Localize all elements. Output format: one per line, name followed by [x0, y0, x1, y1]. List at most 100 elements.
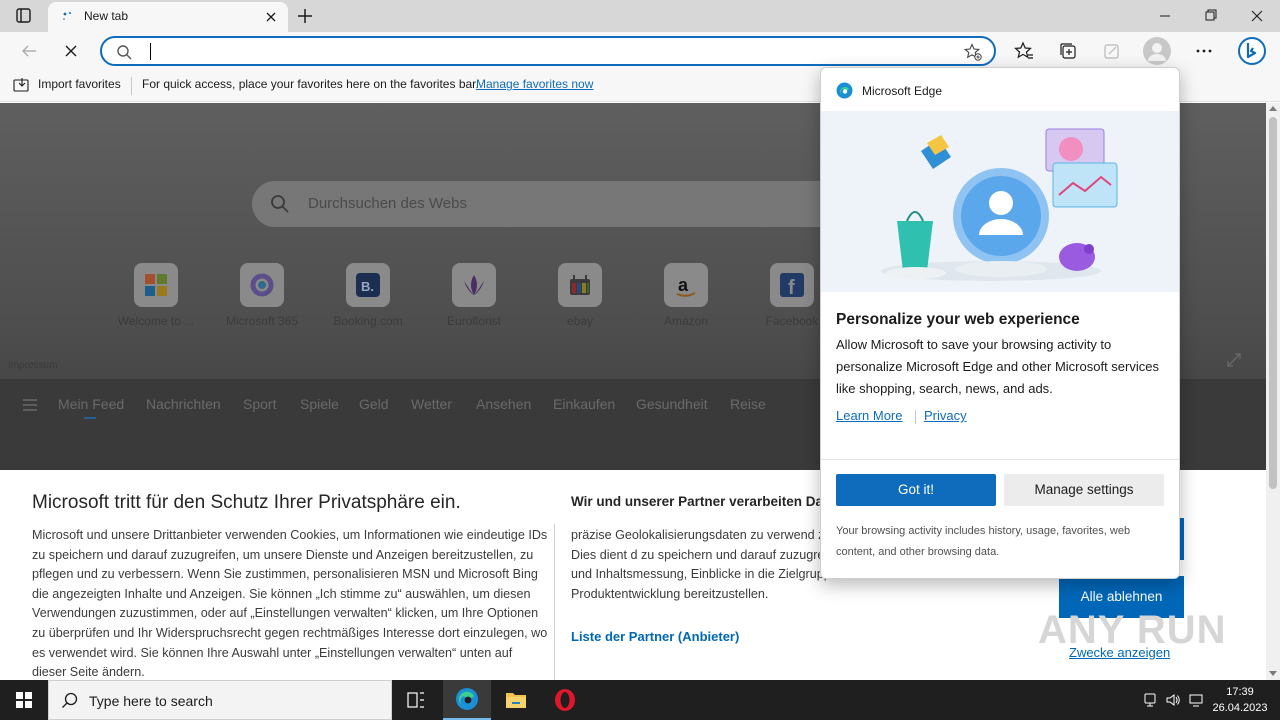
- quick-link-tile[interactable]: ebay: [532, 263, 628, 333]
- personalization-illustration: [821, 111, 1179, 292]
- popup-brand: Microsoft Edge: [862, 84, 943, 98]
- feed-tab[interactable]: Einkaufen: [553, 396, 615, 412]
- feed-tab[interactable]: Geld: [359, 396, 389, 412]
- display-tray-icon[interactable]: [1188, 692, 1204, 708]
- web-search-placeholder: Durchsuchen des Webs: [308, 195, 467, 212]
- partner-list-link[interactable]: Liste der Partner (Anbieter): [571, 629, 739, 644]
- microsoft365-logo-icon: [240, 263, 284, 307]
- collections-icon[interactable]: [1057, 40, 1079, 62]
- toolbar: [0, 32, 1280, 70]
- feed-tab[interactable]: Ansehen: [476, 396, 531, 412]
- divider: [554, 524, 555, 680]
- minimize-button[interactable]: [1154, 6, 1176, 26]
- start-button[interactable]: [0, 680, 48, 720]
- quick-link-tile[interactable]: B. Booking.com: [320, 263, 416, 333]
- import-favorites-icon[interactable]: [13, 77, 31, 93]
- import-favorites-button[interactable]: Import favorites: [38, 77, 121, 91]
- got-it-button[interactable]: Got it!: [836, 474, 996, 506]
- tab-actions-icon[interactable]: [10, 7, 38, 25]
- popup-footnote: Your browsing activity includes history,…: [836, 525, 1131, 558]
- loading-icon: [62, 11, 74, 23]
- search-icon: [270, 194, 290, 214]
- bing-chat-icon[interactable]: [1236, 35, 1268, 67]
- taskbar-search-placeholder: Type here to search: [89, 693, 213, 709]
- quick-link-tile[interactable]: a Amazon: [638, 263, 734, 333]
- tile-label: ebay: [566, 314, 594, 328]
- scrollbar-thumb[interactable]: [1269, 117, 1277, 489]
- svg-text:f: f: [788, 277, 795, 299]
- privacy-link[interactable]: Privacy: [924, 408, 967, 423]
- svg-text:B.: B.: [361, 279, 374, 294]
- feed-tab[interactable]: Spiele: [300, 396, 339, 412]
- popup-title: Personalize your web experience: [836, 311, 1080, 328]
- scroll-up-icon[interactable]: [1269, 106, 1277, 111]
- clock-time: 17:39: [1226, 686, 1254, 698]
- cookie-title: Microsoft tritt für den Schutz Ihrer Pri…: [32, 492, 461, 513]
- feed-tab[interactable]: Reise: [730, 396, 766, 412]
- tile-label: Booking.com: [333, 314, 403, 328]
- tab-new-tab[interactable]: New tab: [48, 2, 288, 32]
- feed-tab[interactable]: Gesundheit: [636, 396, 708, 412]
- text-cursor: [150, 43, 151, 60]
- facebook-logo-icon: f: [770, 263, 814, 307]
- tile-label: Euroflorist: [446, 314, 502, 328]
- system-clock[interactable]: 17:39 26.04.2023: [1210, 684, 1270, 716]
- close-tab-icon[interactable]: [264, 10, 278, 24]
- feed-tab[interactable]: Nachrichten: [146, 396, 221, 412]
- quick-link-tile[interactable]: Microsoft 365: [214, 263, 310, 333]
- restore-button[interactable]: [1200, 6, 1222, 26]
- address-bar[interactable]: [100, 36, 996, 66]
- taskbar-search-box[interactable]: Type here to search: [48, 680, 392, 720]
- clock-date: 26.04.2023: [1212, 702, 1268, 714]
- feed-tab[interactable]: Sport: [243, 396, 276, 412]
- feed-tab[interactable]: Wetter: [411, 396, 452, 412]
- more-options-icon[interactable]: [1193, 40, 1215, 62]
- new-tab-button[interactable]: [294, 5, 316, 27]
- hamburger-menu-icon[interactable]: [22, 398, 38, 412]
- divider: [915, 410, 916, 424]
- learn-more-link[interactable]: Learn More: [836, 408, 902, 423]
- profile-avatar[interactable]: [1143, 37, 1171, 65]
- extensions-icon[interactable]: [1101, 40, 1123, 62]
- scroll-down-icon[interactable]: [1269, 671, 1277, 676]
- windows-taskbar: Type here to search 17:39 26.04.2023: [0, 680, 1280, 720]
- manage-settings-button[interactable]: Manage settings: [1004, 474, 1164, 506]
- booking-logo-icon: B.: [346, 263, 390, 307]
- popup-body: Allow Microsoft to save your browsing ac…: [836, 337, 1159, 396]
- web-search-box[interactable]: Durchsuchen des Webs: [252, 181, 852, 227]
- show-purposes-link[interactable]: Zwecke anzeigen: [1069, 645, 1170, 660]
- opera-icon[interactable]: [541, 680, 589, 720]
- edge-personalization-popup: Microsoft Edge Personalize your web expe…: [820, 67, 1180, 579]
- manage-favorites-link[interactable]: Manage favorites now: [476, 77, 593, 91]
- divider: [821, 459, 1179, 460]
- quick-link-tile[interactable]: Euroflorist: [426, 263, 522, 333]
- back-arrow-icon[interactable]: [18, 40, 40, 62]
- search-icon: [61, 692, 79, 710]
- edge-taskbar-icon[interactable]: [443, 680, 491, 720]
- stop-loading-icon[interactable]: [60, 40, 82, 62]
- task-view-button[interactable]: [392, 680, 440, 720]
- favorites-icon[interactable]: [1013, 40, 1035, 62]
- edge-logo-icon: [836, 82, 853, 99]
- volume-icon[interactable]: [1165, 692, 1181, 708]
- impressum-link[interactable]: Impressum: [8, 360, 57, 371]
- cookie-body-text: Microsoft und unsere Drittanbieter verwe…: [32, 528, 548, 680]
- tile-label: Welcome to ...: [117, 314, 195, 328]
- quick-link-tile[interactable]: Welcome to ...: [108, 263, 204, 333]
- expand-icon[interactable]: [1226, 352, 1242, 368]
- divider: [131, 77, 132, 95]
- title-bar: New tab: [0, 0, 1280, 32]
- active-tab-indicator: [84, 417, 96, 419]
- file-explorer-icon[interactable]: [492, 680, 540, 720]
- favorites-hint-text: For quick access, place your favorites h…: [142, 77, 479, 91]
- add-favorite-icon[interactable]: [963, 43, 982, 61]
- euroflorist-logo-icon: [452, 263, 496, 307]
- page-scrollbar[interactable]: [1266, 103, 1280, 680]
- ebay-logo-icon: [558, 263, 602, 307]
- close-window-button[interactable]: [1246, 6, 1268, 26]
- feed-tab[interactable]: Mein Feed: [58, 396, 124, 412]
- tile-label: Microsoft 365: [225, 314, 299, 328]
- microsoft-logo-icon: [134, 263, 178, 307]
- network-tray-icon[interactable]: [1142, 692, 1158, 708]
- search-icon: [116, 44, 132, 60]
